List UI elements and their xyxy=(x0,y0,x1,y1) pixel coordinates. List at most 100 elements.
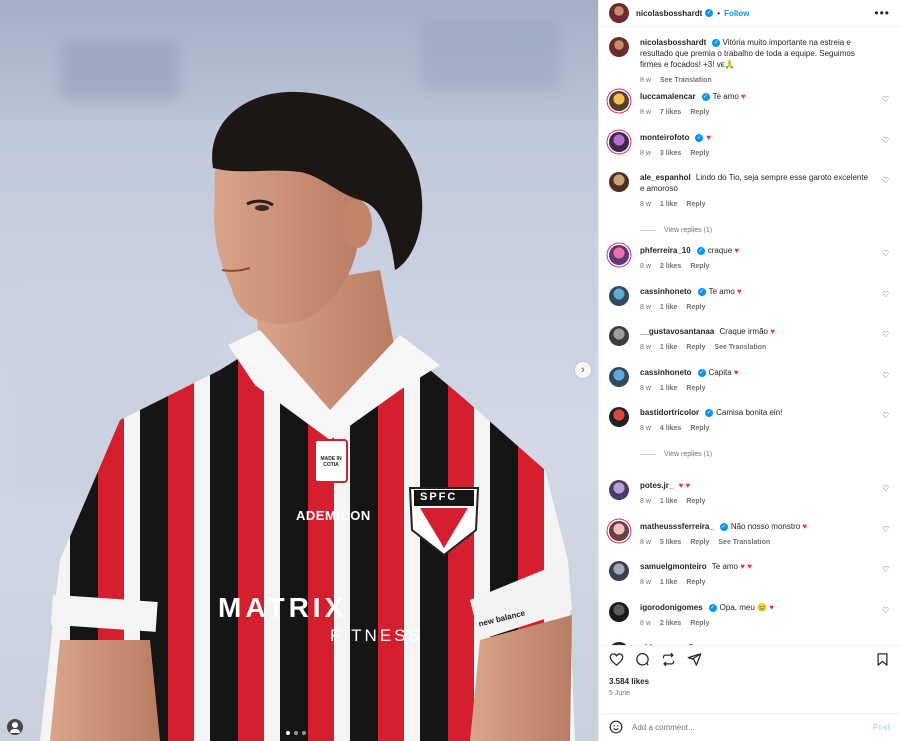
repost-icon[interactable] xyxy=(661,652,676,667)
commenter-avatar[interactable] xyxy=(609,642,629,646)
reply-button[interactable]: Reply xyxy=(690,148,709,159)
commenter-avatar[interactable] xyxy=(609,172,629,193)
comment-time[interactable]: 8 w xyxy=(640,618,651,629)
comment-time[interactable]: 8 w xyxy=(640,199,651,210)
reply-button[interactable]: Reply xyxy=(690,423,709,434)
comment-time[interactable]: 8 w xyxy=(640,577,651,588)
comments-list[interactable]: nicolasbosshardt ✓ Vitória muito importan… xyxy=(599,27,900,646)
comment-time[interactable]: 8 w xyxy=(640,302,651,313)
like-comment-icon[interactable]: ♡ xyxy=(882,96,890,104)
comment-username[interactable]: bastidortricolor xyxy=(640,408,699,417)
made-in-cotia-patch: MADE IN COTIA xyxy=(320,456,342,468)
reply-button[interactable]: Reply xyxy=(690,537,709,548)
author-avatar[interactable] xyxy=(609,37,629,58)
comment-likes[interactable]: 5 likes xyxy=(660,537,681,548)
reply-button[interactable]: Reply xyxy=(686,577,705,588)
commenter-avatar[interactable] xyxy=(609,245,629,266)
like-comment-icon[interactable]: ♡ xyxy=(882,485,890,493)
emoji-icon[interactable] xyxy=(609,720,623,734)
commenter-avatar[interactable] xyxy=(609,91,629,112)
like-comment-icon[interactable]: ♡ xyxy=(882,331,890,339)
comment-likes[interactable]: 2 likes xyxy=(660,618,681,629)
comment-username[interactable]: monteirofoto xyxy=(640,133,689,142)
commenter-avatar[interactable] xyxy=(609,326,629,347)
comment-username[interactable]: __gustavosantanaa xyxy=(640,327,714,336)
comment-likes[interactable]: 1 like xyxy=(660,383,678,394)
author-username[interactable]: nicolasbosshardt xyxy=(636,9,702,18)
reply-button[interactable]: Reply xyxy=(690,107,709,118)
reply-button[interactable]: Reply xyxy=(686,342,705,353)
comment-time[interactable]: 8 w xyxy=(640,107,651,118)
likes-count[interactable]: 3.584 likes xyxy=(599,673,900,686)
commenter-avatar[interactable] xyxy=(609,520,629,541)
view-replies-button[interactable]: View replies (1) xyxy=(640,449,874,460)
comment-username[interactable]: ale_espanhol xyxy=(640,173,691,182)
comment-username[interactable]: igorodonigomes xyxy=(640,603,703,612)
comment-username[interactable]: phbezerra_ xyxy=(640,643,683,645)
comment-likes[interactable]: 2 likes xyxy=(660,261,681,272)
reply-button[interactable]: Reply xyxy=(686,383,705,394)
comment-likes[interactable]: 1 like xyxy=(660,302,678,313)
comment-likes[interactable]: 1 like xyxy=(660,496,678,507)
reply-button[interactable]: Reply xyxy=(686,496,705,507)
reply-button[interactable]: Reply xyxy=(686,199,705,210)
reply-button[interactable]: Reply xyxy=(690,261,709,272)
like-comment-icon[interactable]: ♡ xyxy=(882,525,890,534)
view-replies-button[interactable]: View replies (1) xyxy=(640,225,874,236)
comment-username[interactable]: cassinhoneto xyxy=(640,287,692,296)
share-icon[interactable] xyxy=(687,652,702,667)
like-comment-icon[interactable]: ♡ xyxy=(882,177,890,185)
commenter-avatar[interactable] xyxy=(609,407,629,428)
comment-username[interactable]: cassinhoneto xyxy=(640,368,692,377)
comment-likes[interactable]: 1 like xyxy=(660,199,678,210)
save-icon[interactable] xyxy=(875,652,890,667)
comment-time[interactable]: 8 w xyxy=(640,383,651,394)
commenter-avatar[interactable] xyxy=(609,480,629,501)
commenter-avatar[interactable] xyxy=(609,366,629,387)
like-comment-icon[interactable]: ♡ xyxy=(882,250,890,258)
comment-likes[interactable]: 4 likes xyxy=(660,423,681,434)
comment-time[interactable]: 8 w xyxy=(640,423,651,434)
commenter-avatar[interactable] xyxy=(609,285,629,306)
comment-time[interactable]: 8 w xyxy=(640,342,651,353)
comment-time[interactable]: 8 w xyxy=(640,148,651,159)
comment-username[interactable]: matheusssferreira_ xyxy=(640,522,714,531)
comment-username[interactable]: phferreira_10 xyxy=(640,246,691,255)
reply-button[interactable]: Reply xyxy=(686,302,705,313)
like-comment-icon[interactable]: ♡ xyxy=(882,136,890,145)
commenter-avatar[interactable] xyxy=(609,131,629,152)
like-comment-icon[interactable]: ♡ xyxy=(882,606,890,615)
like-comment-icon[interactable]: ♡ xyxy=(882,412,890,420)
comment-username[interactable]: luccamalencar xyxy=(640,92,696,101)
see-translation-link[interactable]: See Translation xyxy=(660,75,712,86)
like-icon[interactable] xyxy=(609,652,624,667)
comment-likes[interactable]: 1 like xyxy=(660,577,678,588)
comment-likes[interactable]: 1 like xyxy=(660,342,678,353)
comment-likes[interactable]: 7 likes xyxy=(660,107,681,118)
like-comment-icon[interactable]: ♡ xyxy=(882,371,890,380)
tagged-user-icon[interactable] xyxy=(7,719,23,735)
commenter-avatar[interactable] xyxy=(609,601,629,622)
author-avatar[interactable] xyxy=(609,3,629,24)
comment-username[interactable]: potes.jr_ xyxy=(640,481,673,490)
like-comment-icon[interactable]: ♡ xyxy=(882,566,890,574)
commenter-avatar[interactable] xyxy=(609,561,629,582)
see-translation-link[interactable]: See Translation xyxy=(718,537,770,548)
like-comment-icon[interactable]: ♡ xyxy=(882,290,890,299)
comment-time[interactable]: 8 w xyxy=(640,537,651,548)
caption-time[interactable]: 8 w xyxy=(640,75,651,86)
comment-icon[interactable] xyxy=(635,652,650,667)
comment-time[interactable]: 8 w xyxy=(640,496,651,507)
caption-username[interactable]: nicolasbosshardt xyxy=(640,38,706,47)
see-translation-link[interactable]: See Translation xyxy=(714,342,766,353)
reply-button[interactable]: Reply xyxy=(690,618,709,629)
more-options-icon[interactable]: ••• xyxy=(874,6,890,20)
comment-likes[interactable]: 3 likes xyxy=(660,148,681,159)
post-photo[interactable]: ADEMICON MATRIX FITNESS SPFC MADE IN COT… xyxy=(0,0,598,741)
add-comment-input[interactable] xyxy=(632,722,873,732)
follow-button[interactable]: Follow xyxy=(724,9,749,18)
comment-username[interactable]: samuelgmonteiro xyxy=(640,562,707,571)
post-comment-button[interactable]: Post xyxy=(873,723,890,732)
next-slide-button[interactable]: › xyxy=(575,362,591,378)
comment-time[interactable]: 8 w xyxy=(640,261,651,272)
